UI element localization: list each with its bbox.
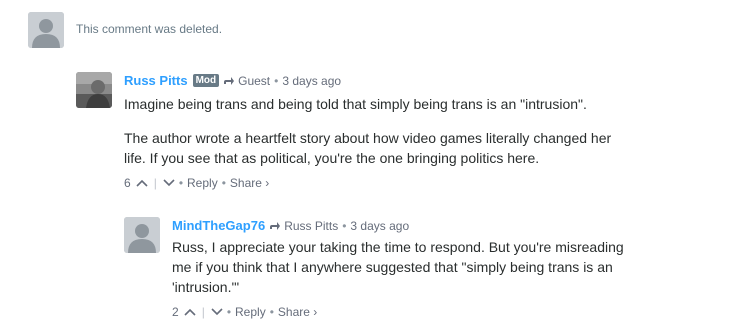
default-avatar-icon (124, 217, 160, 253)
separator-dot: • (274, 73, 279, 88)
comment2-reply-to-link[interactable]: Russ Pitts (284, 219, 338, 233)
default-avatar-icon (28, 12, 64, 48)
comment2-meta: MindTheGap76 Russ Pitts • 3 days ago (172, 218, 409, 233)
comment2-line1: Russ, I appreciate your taking the time … (172, 239, 624, 255)
upvote-chevron-up-icon[interactable] (184, 308, 196, 316)
comment1-footer: 6 | • Reply • Share › (124, 176, 269, 190)
upvote-chevron-up-icon[interactable] (136, 179, 148, 187)
separator-dot: • (226, 305, 232, 319)
vote-divider: | (153, 176, 157, 190)
reply-arrow-icon (269, 221, 281, 231)
comment1-timestamp[interactable]: 3 days ago (282, 74, 341, 88)
comment1-reply-to-link[interactable]: Guest (238, 74, 270, 88)
comment2-line2: me if you think that I anywhere suggeste… (172, 259, 613, 275)
comment2-reply-button[interactable]: Reply (235, 305, 266, 319)
profile-photo-icon (76, 72, 112, 108)
separator-dot: • (221, 176, 226, 190)
comment2-share-button[interactable]: Share › (278, 305, 317, 319)
comment1-author-link[interactable]: Russ Pitts (124, 73, 188, 88)
comment1-vote-count: 6 (124, 176, 131, 190)
comment2-vote-count: 2 (172, 305, 179, 319)
mindthegap76-avatar[interactable] (124, 217, 160, 253)
deleted-user-avatar (28, 12, 64, 48)
comment2-footer: 2 | • Reply • Share › (172, 305, 317, 319)
comment1-meta: Russ Pitts Mod Guest • 3 days ago (124, 73, 341, 88)
reply-arrow-icon (223, 76, 235, 86)
comment1-paragraph2-line1: The author wrote a heartfelt story about… (124, 130, 612, 146)
separator-dot: • (342, 218, 347, 233)
comment2-line3: 'intrusion.'" (172, 279, 240, 295)
separator-dot: • (178, 176, 184, 190)
deleted-comment-text: This comment was deleted. (76, 22, 223, 36)
comment2-author-link[interactable]: MindTheGap76 (172, 218, 265, 233)
mod-badge: Mod (192, 74, 220, 87)
downvote-chevron-down-icon[interactable] (211, 308, 223, 316)
comment1-paragraph2-line2: life. If you see that as political, you'… (124, 150, 540, 166)
downvote-chevron-down-icon[interactable] (163, 179, 175, 187)
comment2-body: Russ, I appreciate your taking the time … (172, 237, 732, 297)
comment1-share-button[interactable]: Share › (230, 176, 269, 190)
russ-pitts-avatar[interactable] (76, 72, 112, 108)
comment2-timestamp[interactable]: 3 days ago (350, 219, 409, 233)
comment1-reply-button[interactable]: Reply (187, 176, 218, 190)
comment1-paragraph1: Imagine being trans and being told that … (124, 96, 587, 112)
comment1-body: Imagine being trans and being told that … (124, 94, 724, 168)
separator-dot: • (269, 305, 274, 319)
vote-divider: | (201, 305, 205, 319)
